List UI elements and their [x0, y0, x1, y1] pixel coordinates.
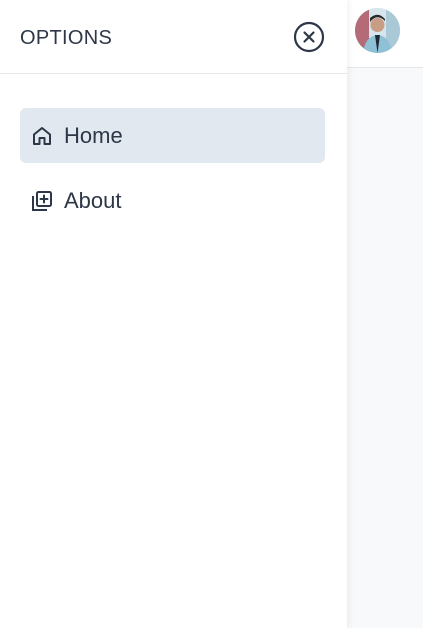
options-drawer: OPTIONS Home About — [0, 0, 347, 628]
nav-item-home[interactable]: Home — [20, 108, 325, 163]
nav-item-home-label: Home — [64, 122, 123, 148]
drawer-nav: Home About — [20, 108, 325, 238]
close-button[interactable] — [293, 21, 325, 53]
drawer-title: OPTIONS — [20, 27, 113, 49]
nav-item-about[interactable]: About — [20, 173, 325, 228]
drawer-header: OPTIONS — [0, 0, 347, 74]
home-icon — [31, 125, 53, 147]
add-box-icon — [31, 190, 53, 212]
close-circle-icon — [293, 21, 325, 53]
nav-item-about-label: About — [64, 187, 122, 213]
page: OPTIONS Home About — [0, 0, 423, 628]
avatar[interactable] — [355, 8, 400, 53]
